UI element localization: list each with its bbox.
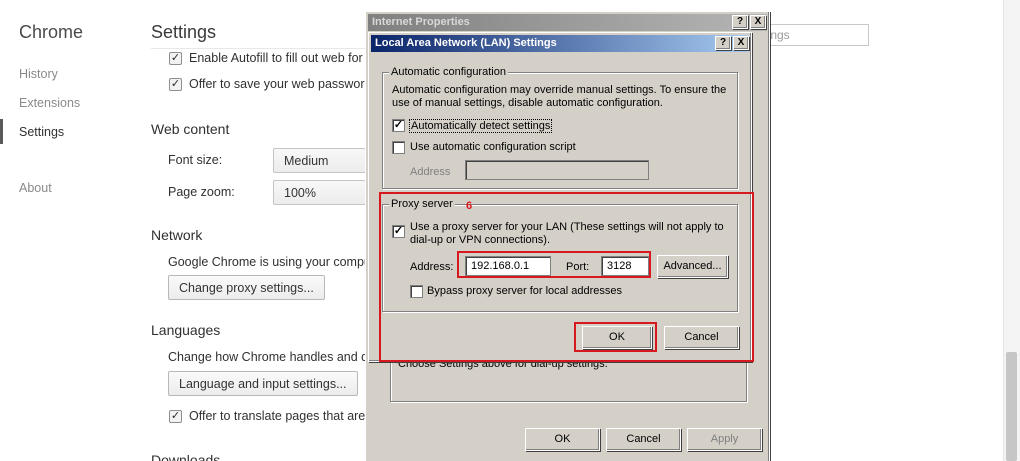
use-script-label[interactable]: Use automatic configuration script [410,141,576,153]
search-settings-input[interactable]: ttings [760,24,869,46]
address-port-highlight [457,251,651,278]
nav-history[interactable]: History [19,67,58,81]
page-zoom-select[interactable]: 100% [273,180,366,205]
internet-properties-ok-button[interactable]: OK [525,428,600,451]
language-input-button[interactable]: Language and input settings... [168,371,358,396]
nav-extensions[interactable]: Extensions [19,96,80,110]
network-heading: Network [151,227,203,243]
page-scrollbar-thumb[interactable] [1006,352,1017,461]
font-size-value: Medium [284,154,329,168]
title-divider [151,48,366,49]
network-description: Google Chrome is using your compu [168,255,366,269]
languages-heading: Languages [151,322,221,338]
nav-about[interactable]: About [19,181,52,195]
auto-config-legend: Automatic configuration [389,66,508,78]
autofill-label: Enable Autofill to fill out web for [189,51,363,65]
translate-checkbox[interactable]: ✓ [169,410,182,423]
font-size-label: Font size: [168,153,223,167]
chrome-brand: Chrome [19,22,84,42]
autofill-checkbox[interactable]: ✓ [169,52,182,65]
passwords-label: Offer to save your web passwor [189,77,365,91]
change-proxy-button[interactable]: Change proxy settings... [168,275,325,300]
internet-properties-title: Internet Properties [372,16,470,28]
languages-description: Change how Chrome handles and di [168,350,366,364]
internet-properties-help-icon[interactable]: ? [732,15,748,29]
internet-properties-apply-button[interactable]: Apply [687,428,762,451]
internet-properties-titlebar: Internet Properties [368,14,767,31]
translate-label: Offer to translate pages that are [189,409,366,423]
lan-settings-close-icon[interactable]: X [733,36,749,50]
lan-settings-title: Local Area Network (LAN) Settings [375,37,557,49]
auto-config-description-2: use of manual settings, disable automati… [392,97,663,109]
auto-config-description-1: Automatic configuration may override man… [392,84,727,96]
script-address-input[interactable] [465,160,649,180]
passwords-checkbox[interactable]: ✓ [169,78,182,91]
page-title: Settings [151,22,217,42]
ok-button-highlight [574,322,657,352]
internet-properties-cancel-button[interactable]: Cancel [606,428,681,451]
internet-properties-close-icon[interactable]: X [750,15,766,29]
lan-settings-titlebar: Local Area Network (LAN) Settings [371,35,749,52]
script-address-label: Address [410,166,451,178]
auto-detect-checkbox[interactable]: ✓ [392,119,405,132]
nav-settings[interactable]: Settings [19,125,64,139]
page-zoom-value: 100% [284,186,316,200]
web-content-heading: Web content [151,121,230,137]
auto-detect-label[interactable]: Automatically detect settings [409,119,553,133]
font-size-select[interactable]: Medium [273,148,366,173]
page-zoom-label: Page zoom: [168,185,235,199]
lan-settings-help-icon[interactable]: ? [715,36,731,50]
downloads-heading: Downloads [151,452,221,461]
use-script-checkbox[interactable] [392,141,405,154]
nav-active-indicator [0,119,3,144]
